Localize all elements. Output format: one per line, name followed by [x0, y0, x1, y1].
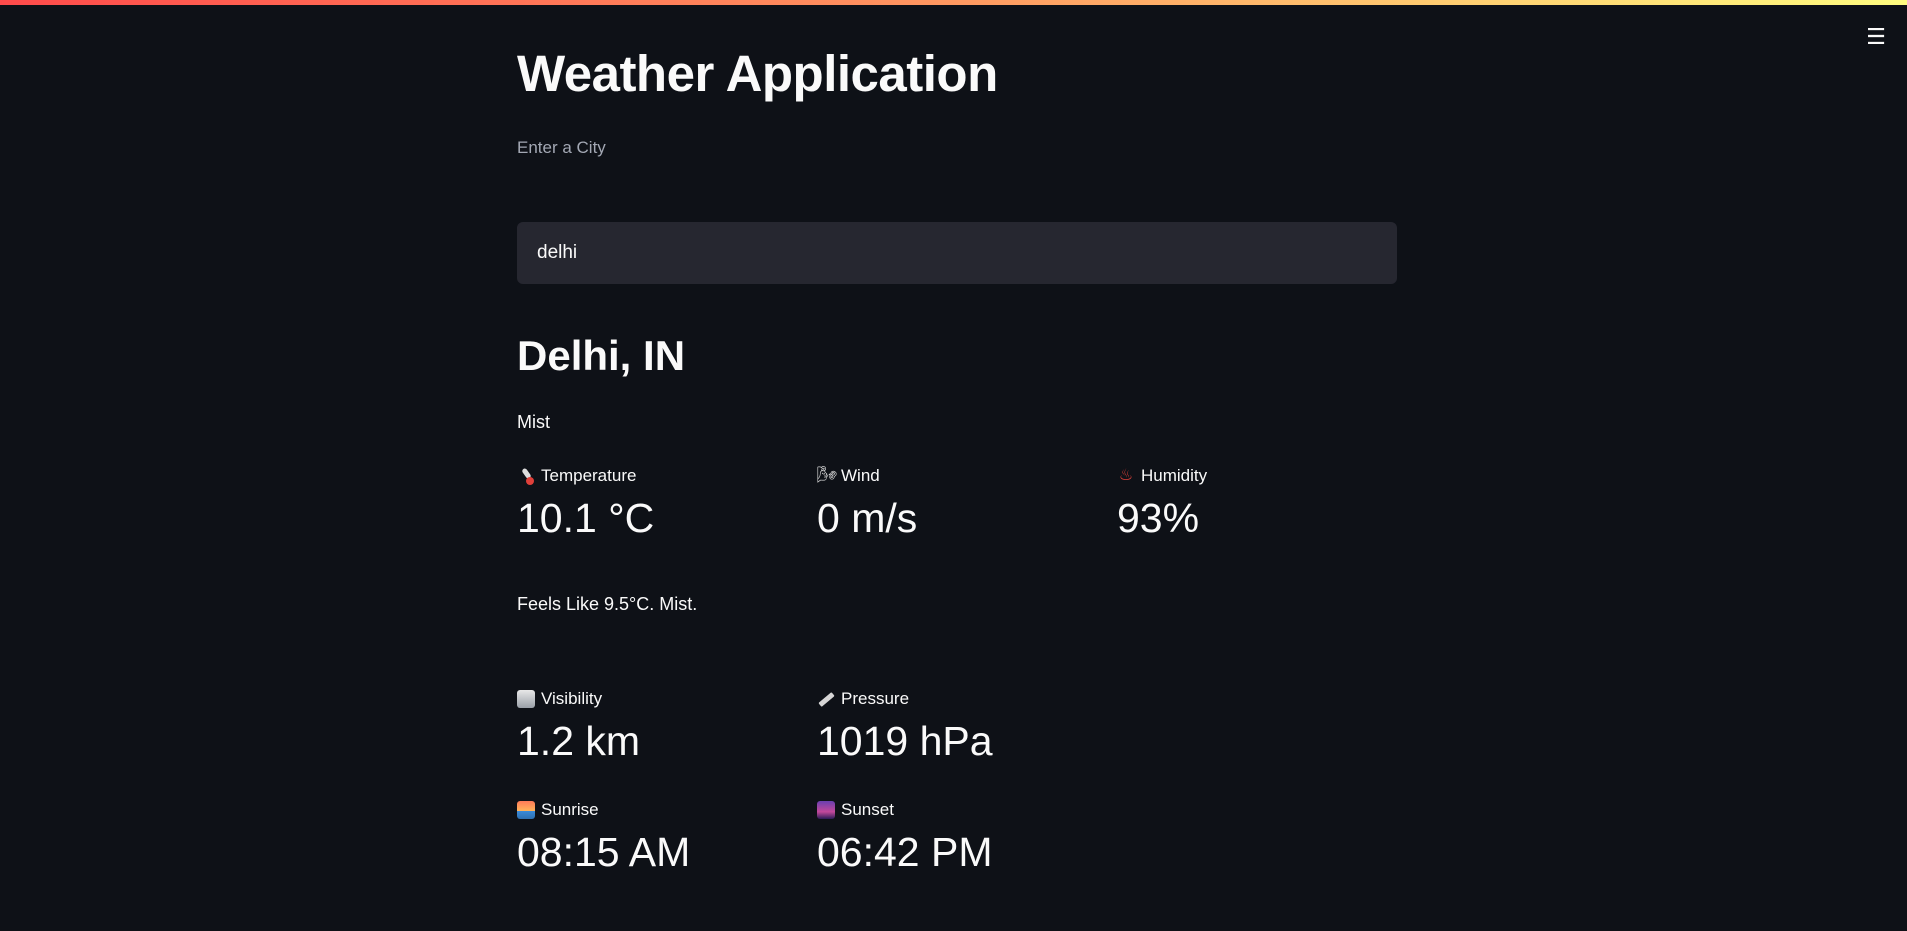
page-title: Weather Application	[517, 45, 998, 102]
metric-wind: 🌬 Wind 0 m/s	[817, 464, 1107, 542]
metric-value: 06:42 PM	[817, 829, 993, 875]
metric-value: 08:15 AM	[517, 829, 691, 875]
sunrise-icon	[517, 801, 535, 819]
thermometer-icon	[517, 467, 535, 485]
visibility-icon	[517, 690, 535, 708]
metric-label: Sunset	[841, 800, 894, 819]
metric-label: Sunrise	[541, 800, 599, 819]
city-input[interactable]	[517, 222, 1397, 284]
metric-label: Visibility	[541, 689, 603, 708]
metric-pressure: Pressure 1019 hPa	[817, 687, 1107, 765]
metric-value: 0 m/s	[817, 495, 918, 541]
wind-icon: 🌬	[817, 467, 838, 484]
sunset-icon	[817, 801, 835, 819]
metric-label: Temperature	[541, 466, 637, 485]
metric-temperature: Temperature 10.1 °C	[517, 464, 807, 542]
metric-humidity: ♨ Humidity 93%	[1117, 464, 1407, 542]
metric-value: 1019 hPa	[817, 718, 993, 764]
metric-visibility: Visibility 1.2 km	[517, 687, 807, 765]
humidity-icon: ♨	[1118, 467, 1134, 484]
top-accent-bar	[0, 0, 1907, 5]
feels-like-text: Feels Like 9.5°C. Mist.	[517, 594, 698, 614]
metric-value: 1.2 km	[517, 718, 641, 764]
ruler-icon	[817, 690, 835, 708]
metric-label: Humidity	[1141, 466, 1208, 485]
metric-label: Pressure	[841, 689, 910, 708]
hamburger-menu-icon[interactable]: ☰	[1865, 26, 1887, 48]
metric-label: Wind	[841, 466, 880, 485]
weather-description: Mist	[517, 412, 550, 432]
metric-sunset: Sunset 06:42 PM	[817, 798, 1107, 876]
metric-value: 10.1 °C	[517, 495, 655, 541]
metric-sunrise: Sunrise 08:15 AM	[517, 798, 807, 876]
metric-value: 93%	[1117, 495, 1200, 541]
city-name-heading: Delhi, IN	[517, 332, 686, 379]
city-input-label: Enter a City	[517, 138, 606, 157]
